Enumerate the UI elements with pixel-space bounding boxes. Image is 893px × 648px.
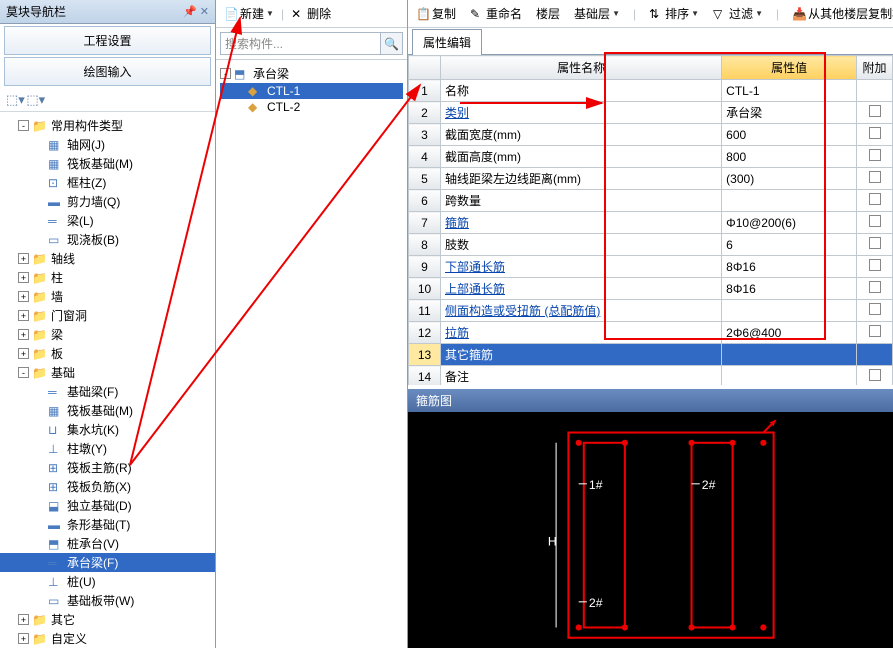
tree-item[interactable]: +📁板 <box>0 344 215 363</box>
copy-from-button[interactable]: 📥从其他楼层复制构件 <box>788 3 893 24</box>
tree-item[interactable]: -📁常用构件类型 <box>0 116 215 135</box>
svg-text:2#: 2# <box>589 596 603 610</box>
search-input[interactable]: 搜索构件... <box>220 32 381 55</box>
nav-title-bar: 莫块导航栏 📌 ✕ <box>0 0 215 24</box>
col-extra: 附加 <box>857 56 893 80</box>
prop-row[interactable]: 14备注 <box>409 366 893 386</box>
tree-item[interactable]: ⊥柱墩(Y) <box>0 439 215 458</box>
col-value: 属性值 <box>722 56 857 80</box>
rename-icon: ✎ <box>470 7 484 21</box>
tree-item[interactable]: ⊞筏板主筋(R) <box>0 458 215 477</box>
property-table: 属性名称 属性值 附加 1名称CTL-12类别承台梁3截面宽度(mm)6004截… <box>408 55 893 385</box>
prop-row[interactable]: 8肢数6 <box>409 234 893 256</box>
tree-item[interactable]: +📁柱 <box>0 268 215 287</box>
col-num <box>409 56 441 80</box>
nav-pin-icons[interactable]: 📌 ✕ <box>183 5 209 18</box>
tree-item[interactable]: ⊔集水坑(K) <box>0 420 215 439</box>
tab-property-edit[interactable]: 属性编辑 <box>412 29 482 55</box>
tree-item[interactable]: +📁梁 <box>0 325 215 344</box>
filter-button[interactable]: ▽过滤▼ <box>709 3 767 24</box>
copy-button[interactable]: 📋复制 <box>412 3 460 24</box>
tree-item[interactable]: ▦轴网(J) <box>0 135 215 154</box>
tree-item[interactable]: ⬓独立基础(D) <box>0 496 215 515</box>
prop-row[interactable]: 1名称CTL-1 <box>409 80 893 102</box>
search-button[interactable]: 🔍 <box>381 32 403 55</box>
svg-text:H: H <box>548 534 557 548</box>
delete-button[interactable]: ✕ 删除 <box>287 3 335 24</box>
prop-row[interactable]: 10上部通长筋8Φ16 <box>409 278 893 300</box>
tree-item[interactable]: +📁自定义 <box>0 629 215 648</box>
nav-panel: 莫块导航栏 📌 ✕ 工程设置 绘图输入 ⬚▾ ⬚▾ -📁常用构件类型▦轴网(J)… <box>0 0 216 648</box>
prop-row[interactable]: 11侧面构造或受扭筋 (总配筋值) <box>409 300 893 322</box>
tree-item[interactable]: ▦筏板基础(M) <box>0 401 215 420</box>
svg-text:1#: 1# <box>589 478 603 492</box>
comp-root[interactable]: -⬒承台梁 <box>220 64 403 83</box>
component-type-tree: -📁常用构件类型▦轴网(J)▦筏板基础(M)⊡框柱(Z)▬剪力墙(Q)═梁(L)… <box>0 112 215 648</box>
prop-row[interactable]: 9下部通长筋8Φ16 <box>409 256 893 278</box>
prop-row[interactable]: 2类别承台梁 <box>409 102 893 124</box>
prop-row[interactable]: 4截面高度(mm)800 <box>409 146 893 168</box>
tab-row: 属性编辑 <box>408 28 893 55</box>
tree-item[interactable]: ▭现浇板(B) <box>0 230 215 249</box>
prop-row[interactable]: 12拉筋2Φ6@400 <box>409 322 893 344</box>
component-instance-tree: -⬒承台梁◆CTL-1◆CTL-2 <box>216 60 407 648</box>
prop-row[interactable]: 13其它箍筋 <box>409 344 893 366</box>
delete-icon: ✕ <box>291 7 305 21</box>
diagram-title: 箍筋图 <box>408 389 893 412</box>
tree-item[interactable]: +📁门窗洞 <box>0 306 215 325</box>
dropdown-icon: ▼ <box>612 9 620 18</box>
tree-item[interactable]: ▬剪力墙(Q) <box>0 192 215 211</box>
comp-item[interactable]: ◆CTL-1 <box>220 83 403 99</box>
tool-icon[interactable]: ⬚▾ <box>26 92 40 106</box>
tree-item[interactable]: ▭基础板带(W) <box>0 591 215 610</box>
rebar-diagram: 1# 2# 2# H <box>408 412 893 648</box>
draw-input-button[interactable]: 绘图输入 <box>4 57 211 86</box>
tool-icon[interactable]: ⬚▾ <box>6 92 20 106</box>
tree-item[interactable]: ▬条形基础(T) <box>0 515 215 534</box>
copy-icon: 📋 <box>416 7 430 21</box>
sort-icon: ⇅ <box>649 7 663 21</box>
comp-item[interactable]: ◆CTL-2 <box>220 99 403 115</box>
tree-item[interactable]: ⊞筏板负筋(X) <box>0 477 215 496</box>
floor-select[interactable]: 基础层▼ <box>570 3 624 24</box>
new-button[interactable]: 📄 新建 ▼ <box>220 3 278 24</box>
nav-title-text: 莫块导航栏 <box>6 3 66 20</box>
sort-button[interactable]: ⇅排序▼ <box>645 3 703 24</box>
new-icon: 📄 <box>224 7 238 21</box>
svg-text:2#: 2# <box>702 478 716 492</box>
prop-row[interactable]: 6跨数量 <box>409 190 893 212</box>
component-list-panel: 📄 新建 ▼ | ✕ 删除 搜索构件... 🔍 -⬒承台梁◆CTL-1◆CTL-… <box>216 0 408 648</box>
floor-label: 楼层 <box>532 3 564 24</box>
project-settings-button[interactable]: 工程设置 <box>4 26 211 55</box>
tree-item[interactable]: ⊥桩(U) <box>0 572 215 591</box>
filter-icon: ▽ <box>713 7 727 21</box>
tree-item[interactable]: ⊡框柱(Z) <box>0 173 215 192</box>
prop-row[interactable]: 5轴线距梁左边线距离(mm)(300) <box>409 168 893 190</box>
tree-tools: ⬚▾ ⬚▾ <box>0 88 215 112</box>
property-panel: 📋复制 ✎重命名 楼层 基础层▼ | ⇅排序▼ ▽过滤▼ | 📥从其他楼层复制构… <box>408 0 893 648</box>
center-toolbar: 📄 新建 ▼ | ✕ 删除 <box>216 0 407 28</box>
prop-row[interactable]: 7箍筋Φ10@200(6) <box>409 212 893 234</box>
search-icon: 🔍 <box>384 37 399 51</box>
rename-button[interactable]: ✎重命名 <box>466 3 526 24</box>
tree-item[interactable]: ═承台梁(F) <box>0 553 215 572</box>
tree-item[interactable]: +📁其它 <box>0 610 215 629</box>
top-toolbar: 📋复制 ✎重命名 楼层 基础层▼ | ⇅排序▼ ▽过滤▼ | 📥从其他楼层复制构… <box>408 0 893 28</box>
copy-from-icon: 📥 <box>792 7 806 21</box>
tree-item[interactable]: +📁轴线 <box>0 249 215 268</box>
tree-item[interactable]: ⬒桩承台(V) <box>0 534 215 553</box>
prop-row[interactable]: 3截面宽度(mm)600 <box>409 124 893 146</box>
dropdown-icon: ▼ <box>266 9 274 18</box>
tree-item[interactable]: ═基础梁(F) <box>0 382 215 401</box>
col-name: 属性名称 <box>441 56 722 80</box>
tree-item[interactable]: +📁墙 <box>0 287 215 306</box>
tree-item[interactable]: -📁基础 <box>0 363 215 382</box>
tree-item[interactable]: ▦筏板基础(M) <box>0 154 215 173</box>
tree-item[interactable]: ═梁(L) <box>0 211 215 230</box>
